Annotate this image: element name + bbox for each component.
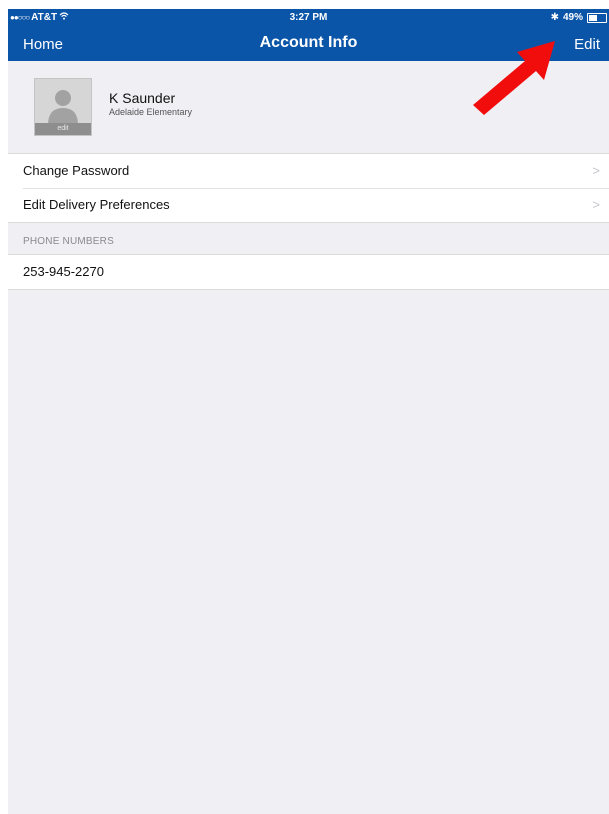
status-time: 3:27 PM (289, 12, 328, 23)
arrow-icon (473, 41, 555, 115)
user-school: Adelaide Elementary (109, 107, 193, 117)
phone-number-row[interactable]: 253-945-2270 (8, 254, 609, 290)
chevron-right-icon: > (592, 197, 600, 212)
phone-numbers-header: PHONE NUMBERS (23, 236, 114, 247)
status-bar: ●●○○○ AT&T 3:27 PM ✱ 49% (8, 9, 609, 27)
phone-number: 253-945-2270 (23, 264, 104, 279)
red-arrow-annotation (473, 41, 555, 115)
edit-button[interactable]: Edit (574, 36, 600, 53)
edit-delivery-preferences-label: Edit Delivery Preferences (23, 197, 170, 212)
battery-percent: 49% (562, 12, 583, 23)
battery-fill (589, 14, 597, 21)
user-name: K Saunder (109, 90, 176, 106)
change-password-row[interactable]: Change Password > (8, 154, 609, 188)
avatar-edit-label[interactable]: edit (35, 123, 91, 135)
edit-delivery-preferences-row[interactable]: Edit Delivery Preferences > (8, 188, 609, 222)
app-screen: ●●○○○ AT&T 3:27 PM ✱ 49% Home Account In… (8, 9, 609, 814)
avatar[interactable]: edit (34, 78, 92, 136)
chevron-right-icon: > (592, 163, 600, 178)
change-password-label: Change Password (23, 163, 130, 178)
status-right: ✱ 49% (551, 12, 607, 23)
battery-icon (587, 12, 607, 23)
bluetooth-icon: ✱ (550, 12, 559, 23)
account-menu: Change Password > Edit Delivery Preferen… (8, 153, 609, 223)
